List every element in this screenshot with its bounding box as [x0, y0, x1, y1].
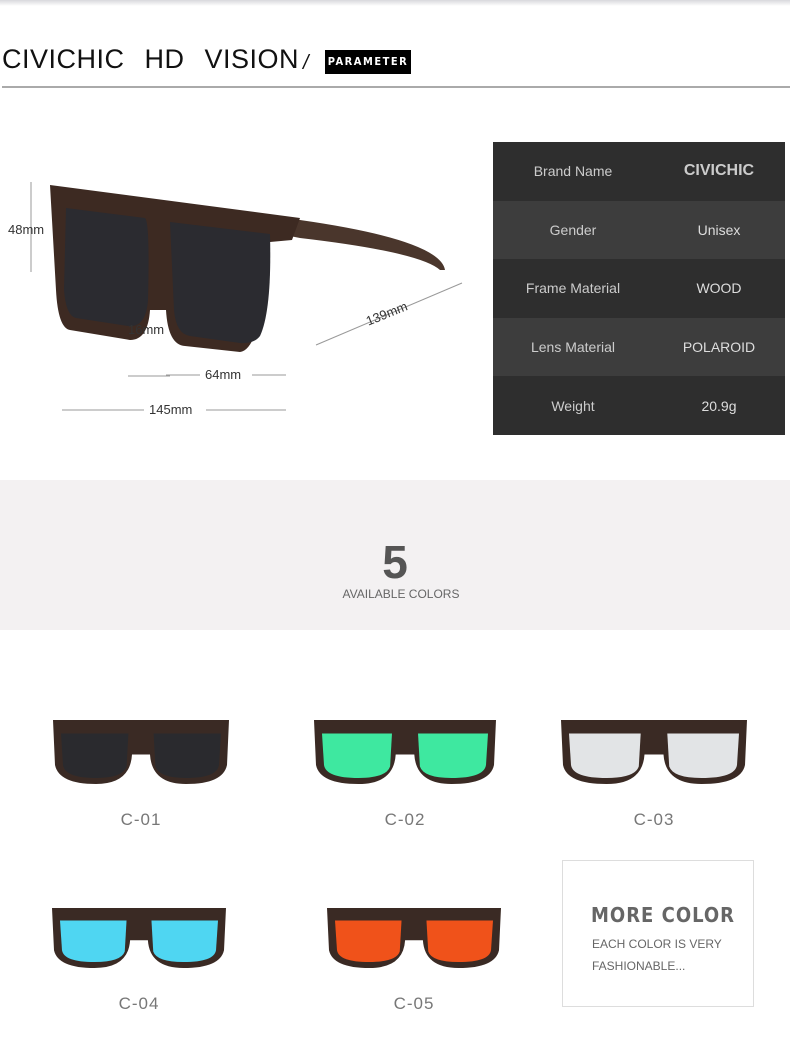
spec-value: Unisex — [697, 221, 741, 238]
sunglasses-image — [327, 908, 501, 968]
left-lens — [60, 920, 127, 962]
page-title: CIVICHIC HD VISION — [2, 44, 300, 74]
left-lens — [322, 733, 392, 778]
more-color-text: EACH COLOR IS VERY FASHIONABLE... — [592, 937, 722, 973]
spec-value: 20.9g — [701, 397, 737, 414]
spec-label: Gender — [549, 221, 597, 238]
sunglasses-image — [52, 908, 226, 968]
sunglasses-image — [53, 720, 229, 784]
right-lens — [151, 920, 218, 962]
spec-value: POLAROID — [682, 339, 756, 356]
dim-total-width: 145mm — [149, 402, 193, 417]
spec-value: CIVICHIC — [683, 162, 755, 180]
spec-value: WOOD — [696, 280, 742, 297]
spec-label: Frame Material — [525, 280, 621, 297]
left-lens — [569, 733, 641, 778]
variant-code: C-03 — [633, 810, 675, 829]
top-gradient — [0, 0, 790, 6]
right-lens — [418, 733, 488, 778]
spec-row: Lens Material POLAROID — [493, 317, 785, 377]
main-sunglasses-image — [30, 182, 463, 411]
dim-height: 48mm — [8, 222, 45, 237]
variant-code: C-02 — [384, 810, 426, 829]
dim-lens-width: 64mm — [205, 367, 242, 382]
variant-code: C-05 — [393, 994, 435, 1013]
spec-label: Weight — [551, 397, 595, 414]
available-colors-label: AVAILABLE COLORS — [342, 587, 460, 601]
spec-label: Lens Material — [530, 339, 616, 356]
title-separator: / — [303, 52, 309, 74]
dim-bridge: 16mm — [128, 322, 165, 337]
parameter-badge: PARAMETER — [325, 50, 411, 74]
more-color-card[interactable]: MORE COLOR EACH COLOR IS VERY FASHIONABL… — [562, 860, 754, 1007]
variant-c03[interactable]: C-03 — [554, 716, 754, 830]
spec-row: Weight 20.9g — [493, 376, 785, 435]
spec-row: Frame Material WOOD — [493, 259, 785, 318]
spec-label: Brand Name — [533, 163, 613, 180]
variant-c02[interactable]: C-02 — [305, 716, 505, 830]
left-lens — [61, 733, 129, 778]
right-lens — [426, 920, 493, 962]
divider — [2, 86, 790, 88]
sunglasses-image — [561, 720, 747, 784]
spec-table: Brand Name CIVICHIC Gender Unisex Frame Ma… — [493, 142, 785, 435]
right-lens — [153, 733, 221, 778]
variant-c01[interactable]: C-01 — [41, 716, 241, 830]
sunglasses-image — [314, 720, 496, 784]
variant-code: C-04 — [118, 994, 160, 1013]
variant-c05[interactable]: C-05 — [314, 904, 514, 1014]
spec-row: Gender Unisex — [493, 200, 785, 260]
variant-c04[interactable]: C-04 — [39, 904, 239, 1014]
spec-row: Brand Name CIVICHIC — [493, 142, 785, 201]
right-lens — [667, 733, 739, 778]
left-lens — [335, 920, 402, 962]
more-color-title: MORE COLOR — [591, 903, 736, 927]
color-count: 5 — [382, 536, 408, 588]
variant-code: C-01 — [120, 810, 162, 829]
